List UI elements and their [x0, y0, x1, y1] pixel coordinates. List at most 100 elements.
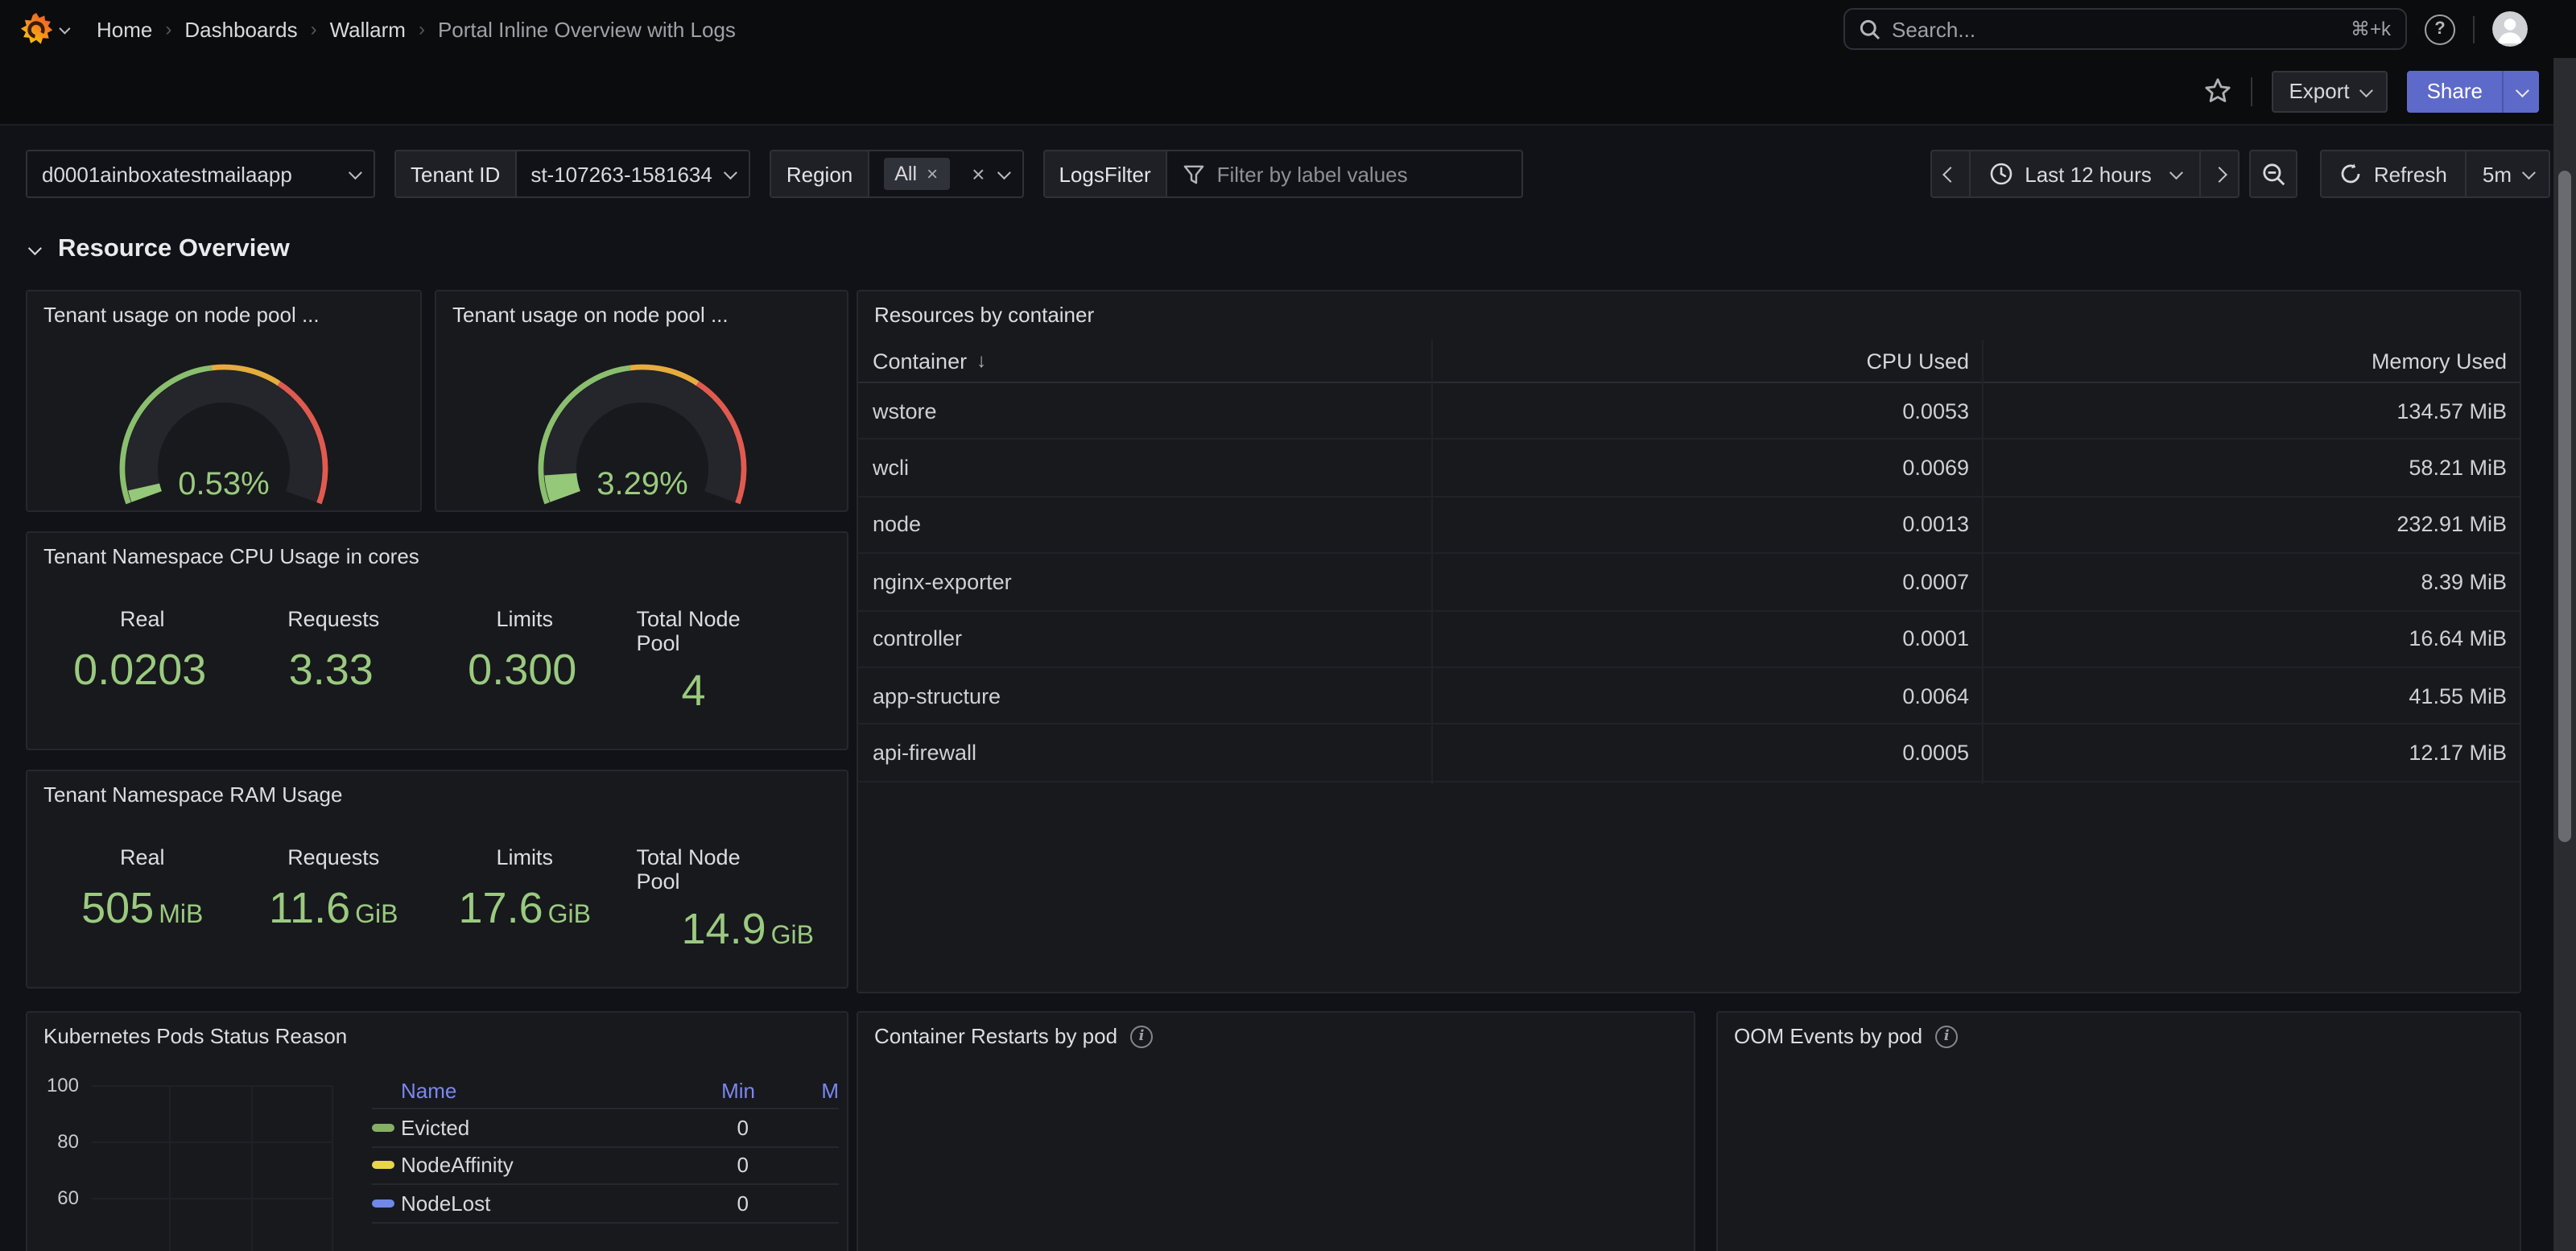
series-color-icon [372, 1162, 394, 1170]
refresh-interval-dropdown[interactable]: 5m [2467, 150, 2550, 198]
breadcrumb-home[interactable]: Home [97, 17, 152, 41]
info-icon[interactable]: i [1935, 1025, 1958, 1047]
logs-filter-input[interactable] [1217, 162, 1505, 186]
panel-title[interactable]: Tenant usage on node pool ... [452, 303, 729, 327]
legend-min-value: 0 [671, 1191, 768, 1216]
table-header-row: Container ↓ CPU Used Memory Used [858, 340, 2520, 383]
legend-row: Evicted 0 [372, 1108, 839, 1146]
star-icon[interactable] [2203, 77, 2231, 105]
legend-series-name[interactable]: NodeLost [401, 1191, 490, 1216]
export-button-label: Export [2289, 79, 2349, 103]
region-chip-all[interactable]: All × [883, 158, 949, 190]
panel-title[interactable]: Resources by container [874, 303, 1094, 327]
refresh-button[interactable]: Refresh [2321, 150, 2467, 198]
time-shift-back-button[interactable] [1930, 150, 1970, 198]
column-divider [1982, 340, 1984, 784]
stat-label: Limits [496, 607, 553, 631]
cell-memory: 232.91 MiB [1982, 513, 2520, 537]
clock-icon [1989, 163, 2012, 185]
grafana-logo-menu[interactable] [19, 12, 68, 46]
gauge-chart: 3.29% [535, 362, 748, 518]
gauge-value: 0.53% [178, 466, 269, 502]
breadcrumb-wallarm[interactable]: Wallarm [330, 17, 406, 41]
cell-container: wcli [858, 456, 1431, 480]
share-button[interactable]: Share [2408, 70, 2502, 112]
info-icon[interactable]: i [1130, 1025, 1153, 1047]
time-range-chevron-down-icon [2170, 166, 2184, 180]
stat-value: 17.6GiB [459, 884, 591, 934]
gridline [169, 1085, 171, 1251]
panel-container-restarts: Container Restarts by pod i [857, 1011, 1695, 1251]
tenant-variable-value: st-107263-1581634 [530, 162, 712, 186]
time-shift-forward-button[interactable] [2200, 150, 2240, 198]
app-variable-value: d0001ainboxatestmailaapp [42, 162, 292, 186]
variables-bar: d0001ainboxatestmailaapp Tenant ID st-10… [26, 150, 2550, 198]
panel-title[interactable]: Container Restarts by pod [874, 1024, 1117, 1048]
legend-series-name[interactable]: NodeAffinity [401, 1154, 514, 1178]
legend-series-name[interactable]: Evicted [401, 1116, 469, 1140]
column-header-memory[interactable]: Memory Used [1982, 349, 2520, 373]
share-chevron-down-icon [2516, 83, 2529, 97]
export-button[interactable]: Export [2271, 70, 2388, 112]
toolbar-divider [2250, 76, 2252, 105]
cell-memory: 8.39 MiB [1982, 570, 2520, 594]
stat-limits: Limits 0.300 [429, 607, 621, 716]
region-variable-dropdown[interactable]: Region All × × [770, 150, 1024, 198]
cell-cpu: 0.0007 [1431, 570, 1982, 594]
breadcrumb-separator: › [311, 18, 317, 40]
panel-resources-by-container: Resources by container Container ↓ CPU U… [857, 290, 2521, 993]
column-header-container[interactable]: Container ↓ [858, 349, 1431, 373]
export-chevron-down-icon [2360, 83, 2374, 97]
panel-title[interactable]: OOM Events by pod [1734, 1024, 1922, 1048]
panel-title[interactable]: Tenant usage on node pool ... [43, 303, 320, 327]
sort-desc-icon: ↓ [976, 349, 986, 372]
cell-container: nginx-exporter [858, 570, 1431, 594]
nav-right-group: ⌘+k ? [1843, 8, 2528, 50]
help-icon[interactable]: ? [2425, 14, 2455, 44]
avatar[interactable] [2492, 11, 2528, 47]
gridline [92, 1198, 332, 1199]
stat-label: Limits [496, 845, 553, 869]
panel-title[interactable]: Kubernetes Pods Status Reason [43, 1024, 347, 1048]
region-chip-label: All [894, 163, 917, 185]
scrollbar-thumb[interactable] [2558, 171, 2571, 842]
column-header-label: Container [873, 349, 967, 373]
logs-filter-control[interactable]: LogsFilter [1042, 150, 1522, 198]
gridline [332, 1085, 333, 1251]
panel-title[interactable]: Tenant Namespace RAM Usage [43, 782, 342, 807]
region-clear-icon[interactable]: × [972, 163, 985, 185]
refresh-button-label: Refresh [2374, 162, 2447, 186]
time-controls: Last 12 hours Refresh 5m [1930, 150, 2550, 198]
zoom-out-button[interactable] [2250, 150, 2298, 198]
legend-header-max[interactable]: M [768, 1079, 839, 1103]
legend-header-min[interactable]: Min [671, 1079, 768, 1103]
table-row: wstore 0.0053 134.57 MiB [858, 383, 2520, 440]
legend-header-row: Name Min M [372, 1074, 839, 1108]
stat-label: Real [120, 845, 165, 869]
breadcrumb-dashboards[interactable]: Dashboards [184, 17, 297, 41]
cell-cpu: 0.0064 [1431, 683, 1982, 708]
region-chip-remove-icon[interactable]: × [927, 164, 938, 184]
search-input[interactable] [1892, 17, 2339, 41]
y-tick: 60 [37, 1187, 79, 1209]
cell-container: wstore [858, 398, 1431, 423]
tenant-variable-dropdown[interactable]: Tenant ID st-107263-1581634 [394, 150, 751, 198]
app-variable-dropdown[interactable]: d0001ainboxatestmailaapp [26, 150, 375, 198]
gridline [251, 1085, 253, 1251]
legend-table: Name Min M Evicted 0 NodeAffinity 0 Node… [372, 1074, 839, 1223]
scrollbar-track[interactable] [2553, 58, 2576, 1251]
panel-title[interactable]: Tenant Namespace CPU Usage in cores [43, 544, 419, 568]
share-menu-button[interactable] [2502, 70, 2539, 112]
table-row: node 0.0013 232.91 MiB [858, 498, 2520, 555]
stat-label: Total Node Pool [637, 845, 753, 894]
funnel-filter-icon [1183, 163, 1204, 184]
search-icon [1860, 19, 1880, 39]
legend-header-name[interactable]: Name [401, 1079, 456, 1103]
stat-value: 3.33 [289, 646, 378, 696]
stat-real: Real 505MiB [47, 845, 238, 955]
time-range-picker[interactable]: Last 12 hours [1970, 150, 2200, 198]
breadcrumb-separator: › [165, 18, 171, 40]
column-header-cpu[interactable]: CPU Used [1431, 349, 1982, 373]
global-search[interactable]: ⌘+k [1843, 8, 2407, 50]
row-resource-overview[interactable]: Resource Overview [29, 235, 290, 264]
